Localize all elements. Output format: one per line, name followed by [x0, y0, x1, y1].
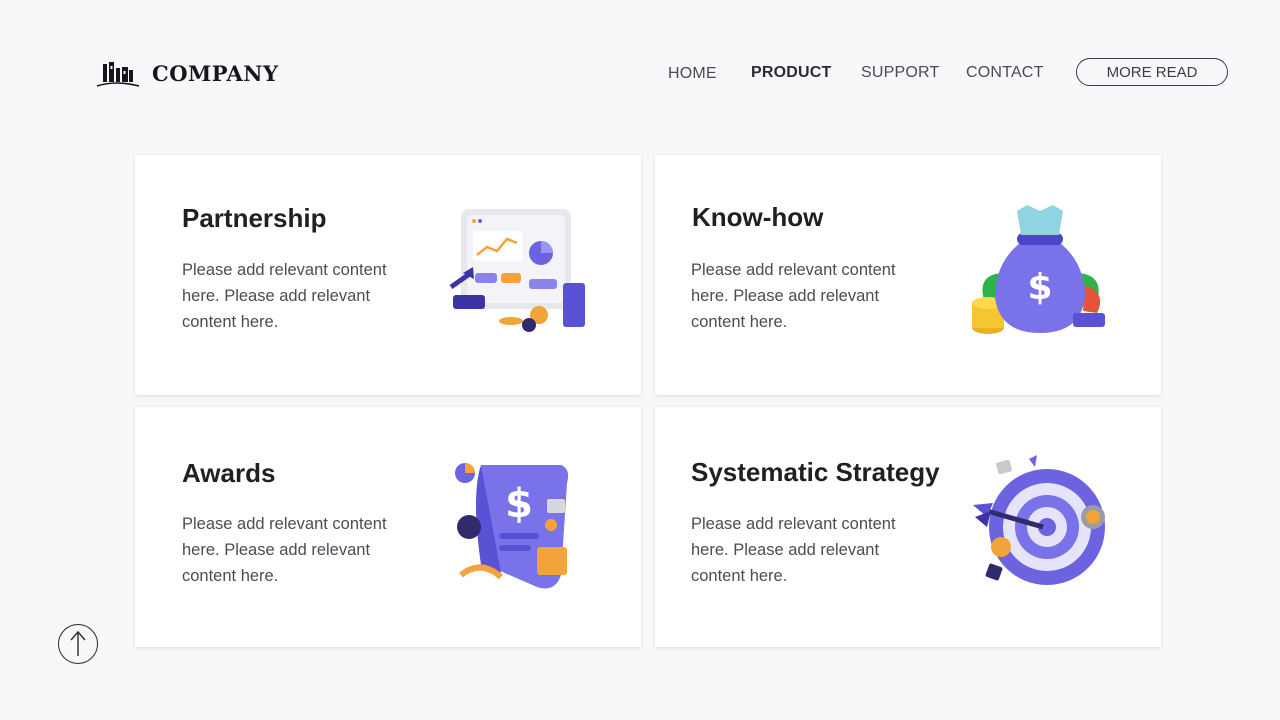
card-partnership[interactable]: Partnership Please add relevant content … — [135, 155, 641, 395]
card-systematic-strategy[interactable]: Systematic Strategy Please add relevant … — [655, 407, 1161, 647]
scroll-to-top-button[interactable] — [58, 624, 98, 664]
nav-item-home[interactable]: HOME — [668, 65, 717, 83]
card-description: Please add relevant content here. Please… — [691, 261, 896, 331]
svg-text:$: $ — [505, 481, 533, 527]
nav-item-contact[interactable]: CONTACT — [966, 64, 1044, 82]
target-dart-illustration-icon — [973, 455, 1105, 585]
svg-text:$: $ — [1027, 267, 1052, 308]
card-description: Please add relevant content here. Please… — [182, 261, 387, 331]
main-nav: HOME PRODUCT SUPPORT CONTACT MORE READ — [0, 58, 1280, 88]
analytics-dashboard-illustration-icon — [449, 209, 585, 332]
card-description: Please add relevant content here. Please… — [691, 515, 896, 585]
card-title: Systematic Strategy — [691, 457, 940, 487]
card-know-how[interactable]: Know-how Please add relevant content her… — [655, 155, 1161, 395]
nav-item-support[interactable]: SUPPORT — [861, 64, 939, 82]
page: COMPANY HOME PRODUCT SUPPORT CONTACT MOR… — [0, 0, 1280, 720]
card-awards[interactable]: Awards Please add relevant content here.… — [135, 407, 641, 647]
card-description: Please add relevant content here. Please… — [182, 515, 387, 585]
nav-item-product[interactable]: PRODUCT — [751, 64, 832, 82]
money-bag-illustration-icon: $ — [972, 205, 1105, 334]
card-title: Awards — [182, 458, 276, 488]
more-read-button[interactable]: MORE READ — [1076, 58, 1228, 86]
card-title: Know-how — [692, 202, 824, 232]
invoice-scroll-illustration-icon: $ — [455, 463, 569, 589]
arrow-up-icon — [70, 630, 86, 656]
card-title: Partnership — [182, 203, 327, 233]
